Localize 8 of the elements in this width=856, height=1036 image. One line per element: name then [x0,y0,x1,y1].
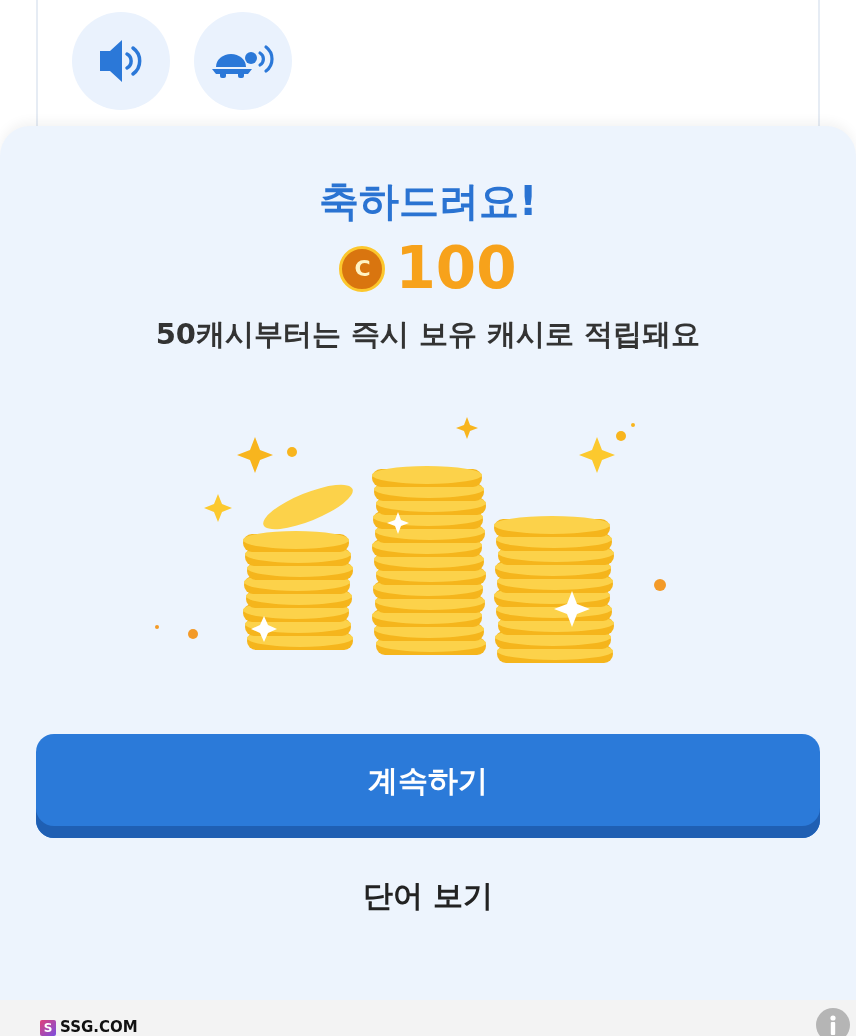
reward-amount: 100 [395,237,517,301]
reward-message: 50캐시부터는 즉시 보유 캐시로 적립돼요 [155,315,701,353]
brand-logo-icon: S [40,1020,56,1036]
view-words-button[interactable]: 단어 보기 [346,867,510,925]
continue-button[interactable]: 계속하기 [36,733,820,838]
coin-icon: C [339,245,386,292]
brand-name: SSG.COM [60,1019,138,1036]
congrats-title: 축하드려요! [318,177,538,226]
